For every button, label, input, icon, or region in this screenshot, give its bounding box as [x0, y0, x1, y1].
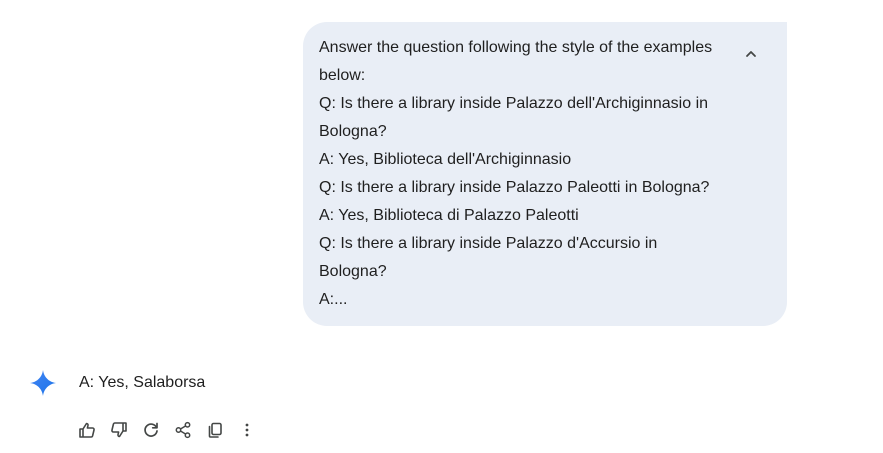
- prompt-line: A: Yes, Biblioteca di Palazzo Paleotti: [319, 207, 579, 224]
- model-response: A: Yes, Salaborsa: [0, 366, 883, 402]
- user-prompt-text: Answer the question following the style …: [319, 34, 729, 314]
- regenerate-button[interactable]: [135, 414, 167, 446]
- thumbs-up-button[interactable]: [71, 414, 103, 446]
- user-prompt-bubble: Answer the question following the style …: [303, 22, 787, 326]
- collapse-prompt-button[interactable]: [737, 40, 765, 68]
- response-text: A: Yes, Salaborsa: [79, 374, 206, 391]
- prompt-line: Answer the question following the style …: [319, 39, 713, 56]
- more-vert-icon: [245, 423, 249, 437]
- chat-conversation: Answer the question following the style …: [0, 0, 883, 453]
- prompt-line: A:...: [319, 291, 348, 308]
- copy-icon: [208, 422, 222, 438]
- prompt-line: A: Yes, Biblioteca dell'Archiginnasio: [319, 151, 572, 168]
- prompt-line: Bologna?: [319, 263, 387, 280]
- share-icon: [175, 421, 191, 439]
- share-button[interactable]: [167, 414, 199, 446]
- chevron-up-icon: [746, 51, 756, 57]
- thumbs-up-icon: [79, 422, 95, 438]
- copy-button[interactable]: [199, 414, 231, 446]
- prompt-line: Q: Is there a library inside Palazzo d'A…: [319, 235, 658, 252]
- response-actions-toolbar: [71, 414, 263, 446]
- prompt-line: Bologna?: [319, 123, 387, 140]
- prompt-line: Q: Is there a library inside Palazzo del…: [319, 95, 709, 112]
- thumbs-down-icon: [111, 422, 127, 438]
- prompt-line: Q: Is there a library inside Palazzo Pal…: [319, 179, 710, 196]
- gemini-sparkle-icon: [30, 370, 56, 396]
- regenerate-icon: [144, 422, 158, 437]
- prompt-line: below:: [319, 67, 366, 84]
- thumbs-down-button[interactable]: [103, 414, 135, 446]
- more-options-button[interactable]: [231, 414, 263, 446]
